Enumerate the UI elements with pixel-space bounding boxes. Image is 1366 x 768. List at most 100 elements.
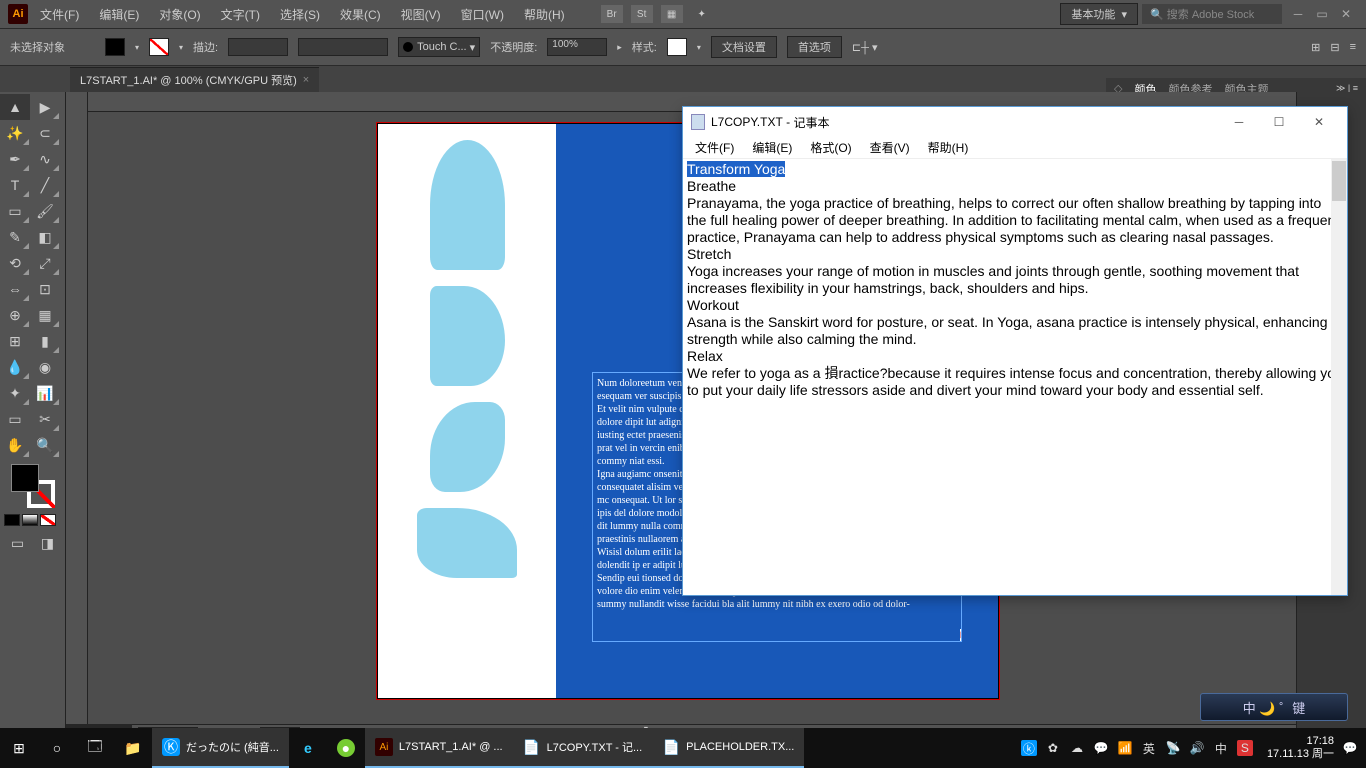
menu-help[interactable]: 帮助(H) <box>516 2 573 27</box>
graphic-style-swatch[interactable] <box>667 38 687 56</box>
screen-mode[interactable]: ▭ <box>3 530 33 556</box>
rotate-tool[interactable]: ⟲ <box>0 250 30 276</box>
scale-tool[interactable]: ⤢ <box>30 250 60 276</box>
notepad2-taskbar-button[interactable]: 📄PLACEHOLDER.TX... <box>652 728 804 768</box>
notepad-menu-file[interactable]: 文件(F) <box>687 137 742 158</box>
ime-indicator[interactable]: 中 🌙 ゜键 <box>1200 693 1348 721</box>
fill-stroke-control[interactable] <box>11 464 55 508</box>
var-width-profile[interactable] <box>298 38 388 56</box>
eyedropper-tool[interactable]: 💧 <box>0 354 30 380</box>
document-tab-close[interactable]: × <box>303 74 309 86</box>
tray-sogou-icon[interactable]: S <box>1237 740 1253 756</box>
none-mode-swatch[interactable] <box>40 514 56 526</box>
mesh-tool[interactable]: ⊞ <box>0 328 30 354</box>
width-tool[interactable]: ⇔ <box>0 276 30 302</box>
illustrator-taskbar-button[interactable]: AiL7START_1.AI* @ ... <box>365 728 513 768</box>
symbol-sprayer-tool[interactable]: ✦ <box>0 380 30 406</box>
document-tab[interactable]: L7START_1.AI* @ 100% (CMYK/GPU 预览) × <box>70 67 319 92</box>
magic-wand-tool[interactable]: ✨ <box>0 120 30 146</box>
zoom-tool[interactable]: 🔍 <box>30 432 60 458</box>
notepad-maximize[interactable]: ☐ <box>1259 108 1299 136</box>
panel-menu-icon[interactable]: ≡ <box>1350 41 1356 53</box>
notepad-window[interactable]: L7COPY.TXT - 记事本 ─ ☐ ✕ 文件(F) 编辑(E) 格式(O)… <box>682 106 1348 596</box>
tray-wifi-icon[interactable]: 📡 <box>1165 740 1181 756</box>
slice-tool[interactable]: ✂ <box>30 406 60 432</box>
notepad-taskbar-button[interactable]: 📄L7COPY.TXT - 记... <box>513 728 653 768</box>
preferences-button[interactable]: 首选项 <box>787 36 842 58</box>
rectangle-tool[interactable]: ▭ <box>0 198 30 224</box>
notepad-text-area[interactable]: Transform Yoga Breathe Pranayama, the yo… <box>683 159 1347 595</box>
arrange-icon[interactable]: ▦ <box>661 5 683 23</box>
menu-object[interactable]: 对象(O) <box>151 2 208 27</box>
menu-view[interactable]: 视图(V) <box>393 2 449 27</box>
menu-type[interactable]: 文字(T) <box>213 2 268 27</box>
tray-onedrive-icon[interactable]: ☁ <box>1069 740 1085 756</box>
window-minimize[interactable]: ─ <box>1286 5 1310 23</box>
hand-tool[interactable]: ✋ <box>0 432 30 458</box>
perspective-tool[interactable]: ▦ <box>30 302 60 328</box>
paintbrush-tool[interactable]: 🖌 <box>30 198 60 224</box>
stroke-weight-input[interactable] <box>228 38 288 56</box>
notepad-close[interactable]: ✕ <box>1299 108 1339 136</box>
selection-tool[interactable]: ▲ <box>0 94 30 120</box>
window-maximize[interactable]: ▭ <box>1310 5 1334 23</box>
transform-panel-icon[interactable]: ⊞ <box>1311 41 1320 54</box>
line-tool[interactable]: ╱ <box>30 172 60 198</box>
document-setup-button[interactable]: 文档设置 <box>711 36 777 58</box>
taskview-button[interactable]: 🗔 <box>76 728 114 768</box>
menu-select[interactable]: 选择(S) <box>272 2 328 27</box>
taskbar-clock[interactable]: 17:18 17.11.13 周一 <box>1267 735 1334 761</box>
tray-ime-cn-icon[interactable]: 中 <box>1213 740 1229 756</box>
notepad-menu-edit[interactable]: 编辑(E) <box>744 137 800 158</box>
music-app-button[interactable]: Ⓚだったのに (純音... <box>152 728 289 768</box>
start-button[interactable]: ⊞ <box>0 728 38 768</box>
notepad-menu-view[interactable]: 查看(V) <box>862 137 918 158</box>
window-close[interactable]: ✕ <box>1334 5 1358 23</box>
tray-network-icon[interactable]: 📶 <box>1117 740 1133 756</box>
bridge-icon[interactable]: Br <box>601 5 623 23</box>
cortana-button[interactable]: ○ <box>38 728 76 768</box>
blend-tool[interactable]: ◉ <box>30 354 60 380</box>
align-icon[interactable]: ⊏┼ ▾ <box>852 41 878 54</box>
change-screen-mode[interactable]: ◨ <box>33 530 63 556</box>
menu-window[interactable]: 窗口(W) <box>453 2 512 27</box>
notepad-menu-help[interactable]: 帮助(H) <box>920 137 977 158</box>
curvature-tool[interactable]: ∿ <box>30 146 60 172</box>
tray-ime-en-icon[interactable]: 英 <box>1141 740 1157 756</box>
gradient-mode-swatch[interactable] <box>22 514 38 526</box>
gradient-tool[interactable]: ▮ <box>30 328 60 354</box>
menu-effect[interactable]: 效果(C) <box>332 2 389 27</box>
explorer-button[interactable]: 📁 <box>114 728 152 768</box>
notepad-minimize[interactable]: ─ <box>1219 108 1259 136</box>
workspace-switcher[interactable]: 基本功能 ▾ <box>1060 3 1138 25</box>
shape-builder-tool[interactable]: ⊕ <box>0 302 30 328</box>
shaper-tool[interactable]: ✎ <box>0 224 30 250</box>
lasso-tool[interactable]: ⊂ <box>30 120 60 146</box>
tray-app2-icon[interactable]: ✿ <box>1045 740 1061 756</box>
pen-tool[interactable]: ✒ <box>0 146 30 172</box>
align-panel-icon[interactable]: ⊟ <box>1330 41 1339 54</box>
stroke-swatch[interactable] <box>149 38 169 56</box>
ruler-vertical[interactable] <box>66 92 88 724</box>
notepad-titlebar[interactable]: L7COPY.TXT - 记事本 ─ ☐ ✕ <box>683 107 1347 137</box>
graph-tool[interactable]: 📊 <box>30 380 60 406</box>
artboard-tool[interactable]: ▭ <box>0 406 30 432</box>
type-tool[interactable]: T <box>0 172 30 198</box>
brush-name[interactable]: Touch C... <box>417 41 467 53</box>
notification-center-icon[interactable]: 💬 <box>1342 740 1358 756</box>
browser-button[interactable]: ● <box>327 728 365 768</box>
stock-search-input[interactable]: 🔍 搜索 Adobe Stock <box>1142 4 1282 24</box>
stock-icon[interactable]: St <box>631 5 653 23</box>
tray-volume-icon[interactable]: 🔊 <box>1189 740 1205 756</box>
eraser-tool[interactable]: ◧ <box>30 224 60 250</box>
fill-swatch[interactable] <box>105 38 125 56</box>
opacity-input[interactable]: 100% <box>547 38 607 56</box>
tray-wechat-icon[interactable]: 💬 <box>1093 740 1109 756</box>
direct-selection-tool[interactable]: ▶ <box>30 94 60 120</box>
menu-file[interactable]: 文件(F) <box>32 2 87 27</box>
tray-app-icon[interactable]: ⓚ <box>1021 740 1037 756</box>
color-mode-swatch[interactable] <box>4 514 20 526</box>
edge-button[interactable]: e <box>289 728 327 768</box>
notepad-scrollbar[interactable] <box>1331 159 1347 595</box>
free-transform-tool[interactable]: ⊡ <box>30 276 60 302</box>
